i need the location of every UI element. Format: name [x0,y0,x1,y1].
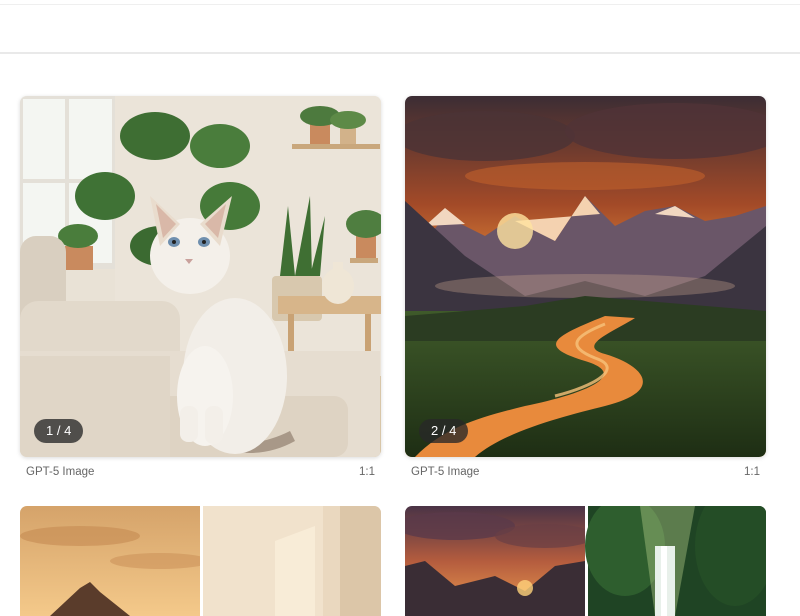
mountain-sunset-and-waterfall-image[interactable] [405,506,766,616]
cat-living-room-image[interactable]: 1 / 4 [20,96,381,457]
model-label: GPT-5 Image [411,466,480,478]
top-bar [0,0,800,54]
top-divider [0,4,800,5]
gallery-card-2[interactable]: 2 / 4 GPT-5 Image 1:1 [405,96,766,478]
image-counter: 1 / 4 [34,419,84,443]
aspect-ratio-label: 1:1 [744,466,760,478]
aspect-ratio-label: 1:1 [359,466,375,478]
desert-sunset-and-room-image[interactable] [20,506,381,616]
image-counter: 2 / 4 [419,419,469,443]
mountain-sunset-river-image[interactable]: 2 / 4 [405,96,766,457]
gallery-card-1[interactable]: 1 / 4 GPT-5 Image 1:1 [20,96,381,478]
model-label: GPT-5 Image [26,466,95,478]
